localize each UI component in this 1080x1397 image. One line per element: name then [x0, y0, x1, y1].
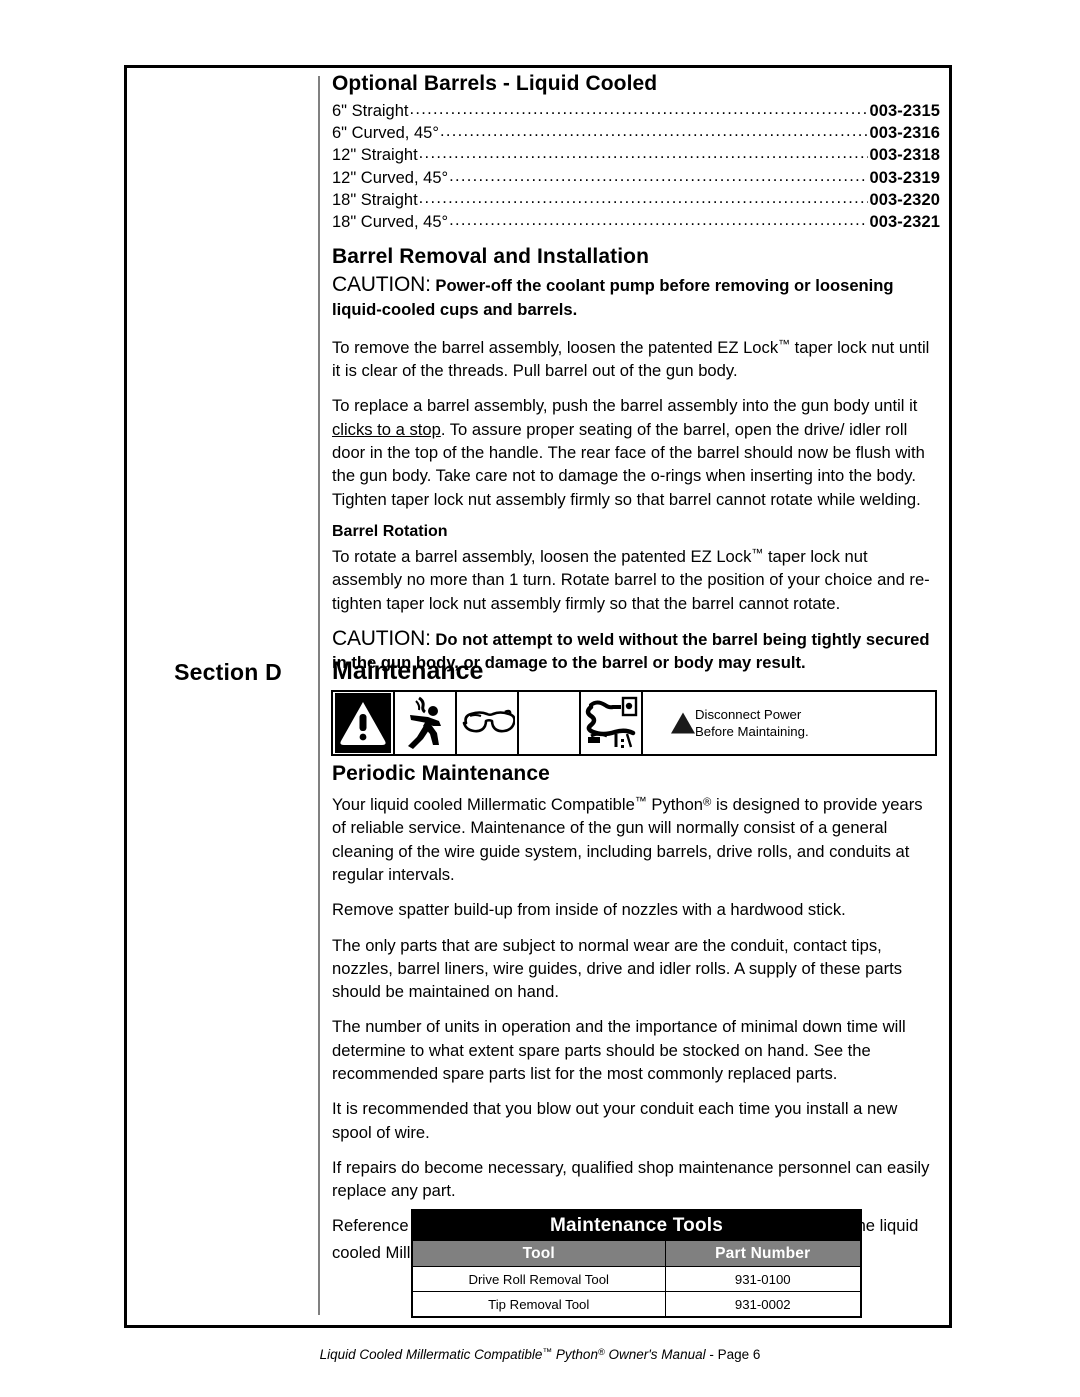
dot-leader	[419, 187, 869, 209]
part-name: 12" Curved, 45°	[332, 168, 449, 187]
disconnect-power-notice: Disconnect Power Before Maintaining.	[643, 692, 935, 754]
table-row: Tip Removal Tool 931-0002	[411, 1291, 862, 1318]
cell-part-number: 931-0002	[664, 1291, 862, 1318]
table-title: Maintenance Tools	[411, 1209, 862, 1241]
notice-line-1: Disconnect Power	[695, 707, 802, 722]
part-number: 003-2320	[869, 190, 940, 209]
caution-word: CAUTION:	[332, 626, 431, 650]
notice-line-2: Before Maintaining.	[695, 724, 809, 739]
footer-title: Liquid Cooled Millermatic Compatible™ Py…	[319, 1347, 706, 1363]
list-item: 6" Curved, 45° 003-2316	[332, 122, 940, 144]
part-name: 12" Straight	[332, 146, 418, 165]
disconnect-power-text: Disconnect Power Before Maintaining.	[695, 706, 809, 740]
part-number: 003-2315	[869, 102, 940, 120]
periodic-maintenance-section: Periodic Maintenance Your liquid cooled …	[332, 762, 940, 1276]
optional-barrels-list: 6" Straight 003-2315 6" Curved, 45° 003-…	[332, 100, 940, 233]
table-title-row: Maintenance Tools	[411, 1209, 862, 1241]
periodic-para: Remove spatter build-up from inside of n…	[332, 900, 846, 920]
section-label: Section D	[174, 659, 282, 685]
table-row: Drive Roll Removal Tool 931-0100	[411, 1266, 862, 1292]
barrel-removal-para-1: To remove the barrel assembly, loosen th…	[332, 336, 930, 381]
page-footer: Liquid Cooled Millermatic Compatible™ Py…	[0, 1347, 1080, 1362]
part-number: 003-2318	[869, 146, 940, 165]
list-item: 6" Straight 003-2315	[332, 100, 940, 122]
periodic-para: The only parts that are subject to norma…	[332, 935, 902, 1002]
dot-leader	[449, 165, 868, 187]
maintenance-tools-table: Maintenance Tools Tool Part Number Drive…	[411, 1209, 862, 1318]
warning-triangle-icon	[333, 692, 395, 754]
unplug-power-icon	[581, 692, 643, 754]
periodic-para: The number of units in operation and the…	[332, 1017, 906, 1083]
content-column: Optional Barrels - Liquid Cooled 6" Stra…	[332, 72, 940, 686]
part-name: 6" Straight	[332, 102, 409, 120]
footer-page-number: - Page 6	[709, 1347, 761, 1363]
part-number: 003-2316	[869, 124, 940, 143]
periodic-para: It is recommended that you blow out your…	[332, 1099, 898, 1142]
barrel-removal-para-2: To replace a barrel assembly, push the b…	[332, 394, 940, 510]
list-item: 18" Curved, 45° 003-2321	[332, 211, 940, 233]
cell-part-number: 931-0100	[664, 1266, 862, 1292]
cell-tool: Drive Roll Removal Tool	[411, 1266, 666, 1292]
caution-block-1: CAUTION: Power-off the coolant pump befo…	[332, 273, 940, 321]
part-name: 18" Curved, 45°	[332, 213, 449, 232]
optional-barrels-heading: Optional Barrels - Liquid Cooled	[332, 72, 658, 95]
column-header-tool: Tool	[411, 1240, 666, 1267]
para2-underlined-phrase: clicks to a stop	[332, 419, 441, 439]
dot-leader	[419, 142, 869, 164]
list-item: 12" Curved, 45° 003-2319	[332, 167, 940, 189]
periodic-maintenance-heading: Periodic Maintenance	[332, 762, 550, 785]
dot-leader	[440, 120, 869, 142]
column-header-part-number: Part Number	[664, 1240, 862, 1267]
periodic-para: Your liquid cooled Millermatic Compatibl…	[332, 794, 923, 884]
para2-part-a: To replace a barrel assembly, push the b…	[332, 396, 918, 416]
list-item: 18" Straight 003-2320	[332, 189, 940, 211]
blank-icon	[519, 692, 581, 754]
barrel-removal-heading: Barrel Removal and Installation	[332, 245, 650, 269]
table-header-row: Tool Part Number	[411, 1240, 862, 1267]
part-number: 003-2321	[869, 213, 940, 232]
column-divider	[318, 76, 320, 1315]
safety-icon-strip: Disconnect Power Before Maintaining.	[331, 690, 937, 756]
barrel-rotation-para: To rotate a barrel assembly, loosen the …	[332, 545, 930, 613]
part-name: 18" Straight	[332, 190, 418, 209]
cell-tool: Tip Removal Tool	[411, 1291, 666, 1318]
periodic-para: If repairs do become necessary, qualifie…	[332, 1157, 930, 1201]
triangle-bullet-icon	[671, 712, 695, 734]
dot-leader	[409, 98, 868, 120]
dot-leader	[449, 209, 868, 231]
barrel-rotation-heading: Barrel Rotation	[332, 522, 448, 540]
electric-shock-icon	[395, 692, 457, 754]
part-name: 6" Curved, 45°	[332, 124, 439, 143]
safety-glasses-icon	[457, 692, 519, 754]
list-item: 12" Straight 003-2318	[332, 144, 940, 166]
part-number: 003-2319	[869, 168, 940, 187]
page-title: Maintenance	[332, 657, 484, 685]
caution-word: CAUTION:	[332, 273, 431, 297]
